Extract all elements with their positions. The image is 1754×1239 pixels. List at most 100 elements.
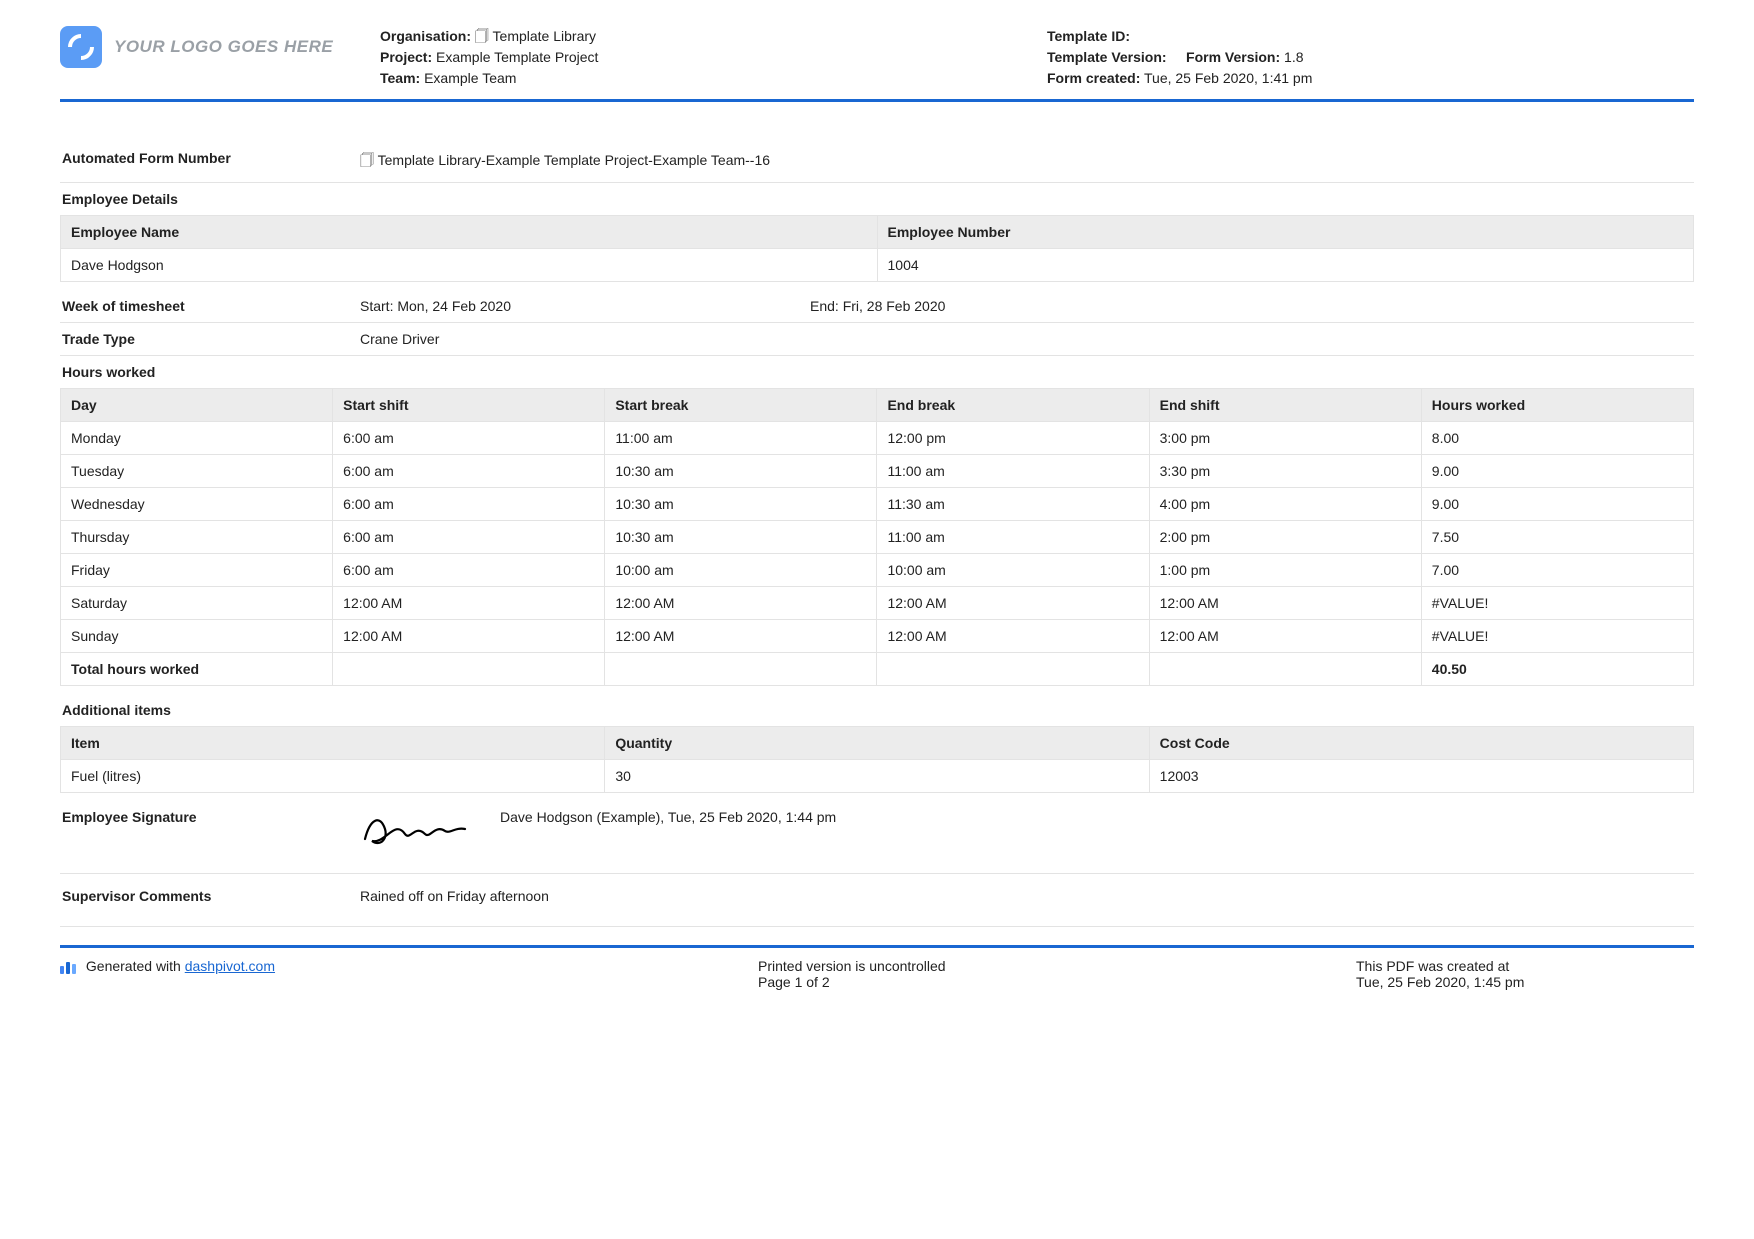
table-cell: Total hours worked (61, 653, 333, 686)
table-col-header: Quantity (605, 727, 1149, 760)
table-cell: 11:00 am (605, 422, 877, 455)
form-number-row: Automated Form Number 🗍 Template Library… (60, 142, 1694, 182)
table-col-header: End shift (1149, 389, 1421, 422)
form-created-value: Tue, 25 Feb 2020, 1:41 pm (1144, 70, 1312, 86)
project-value: Example Template Project (436, 49, 598, 65)
table-col-header: Hours worked (1421, 389, 1693, 422)
table-cell: 11:30 am (877, 488, 1149, 521)
emp-name-value: Dave Hodgson (61, 249, 878, 282)
table-header-row: DayStart shiftStart breakEnd breakEnd sh… (61, 389, 1694, 422)
table-cell: Tuesday (61, 455, 333, 488)
divider (60, 926, 1694, 927)
table-row: Sunday12:00 AM12:00 AM12:00 AM12:00 AM#V… (61, 620, 1694, 653)
signature-label: Employee Signature (60, 809, 360, 825)
table-cell: Fuel (litres) (61, 760, 605, 793)
footer-rule (60, 945, 1694, 948)
table-cell: 3:30 pm (1149, 455, 1421, 488)
table-cell: #VALUE! (1421, 587, 1693, 620)
table-cell: 9.00 (1421, 455, 1693, 488)
employee-details-heading: Employee Details (60, 183, 1694, 213)
table-cell: 9.00 (1421, 488, 1693, 521)
table-cell: 12:00 AM (1149, 587, 1421, 620)
table-header-row: ItemQuantityCost Code (61, 727, 1694, 760)
table-cell: 10:00 am (605, 554, 877, 587)
table-cell: Wednesday (61, 488, 333, 521)
table-row: Tuesday6:00 am10:30 am11:00 am3:30 pm9.0… (61, 455, 1694, 488)
team-value: Example Team (424, 70, 516, 86)
table-cell: 10:30 am (605, 521, 877, 554)
header-meta-left: Organisation: 🗍 Template Library Project… (380, 26, 1027, 89)
pdf-created-label: This PDF was created at (1356, 958, 1694, 974)
supervisor-value: Rained off on Friday afternoon (360, 888, 1694, 904)
logo-block: YOUR LOGO GOES HERE (60, 26, 360, 68)
emp-number-value: 1004 (877, 249, 1694, 282)
table-cell: 30 (605, 760, 1149, 793)
table-cell: 6:00 am (333, 521, 605, 554)
header-meta-right: Template ID: Template Version: Form Vers… (1047, 26, 1694, 89)
document-header: YOUR LOGO GOES HERE Organisation: 🗍 Temp… (60, 26, 1694, 99)
week-row: Week of timesheet Start: Mon, 24 Feb 202… (60, 290, 1694, 322)
form-number-label: Automated Form Number (60, 150, 360, 166)
template-version-label: Template Version: (1047, 49, 1167, 65)
week-start: Start: Mon, 24 Feb 2020 (360, 298, 810, 314)
table-col-header: Day (61, 389, 333, 422)
org-label: Organisation: (380, 28, 471, 44)
table-cell: 10:00 am (877, 554, 1149, 587)
table-cell: 6:00 am (333, 554, 605, 587)
project-label: Project: (380, 49, 432, 65)
employee-details-table: Employee Name Employee Number Dave Hodgs… (60, 215, 1694, 282)
table-cell: 10:30 am (605, 488, 877, 521)
footer-left: Generated with dashpivot.com (60, 958, 398, 974)
supervisor-label: Supervisor Comments (60, 888, 360, 904)
table-header-row: Employee Name Employee Number (61, 216, 1694, 249)
table-col-header: Cost Code (1149, 727, 1693, 760)
table-cell: 12:00 AM (605, 587, 877, 620)
bars-icon (60, 960, 76, 974)
template-id-label: Template ID: (1047, 28, 1130, 44)
table-cell: Monday (61, 422, 333, 455)
table-cell (1149, 653, 1421, 686)
total-row: Total hours worked 40.50 (61, 653, 1694, 686)
table-cell: 6:00 am (333, 422, 605, 455)
table-cell: 11:00 am (877, 455, 1149, 488)
table-cell: 7.50 (1421, 521, 1693, 554)
form-number-value: 🗍 Template Library-Example Template Proj… (360, 150, 1694, 174)
table-cell: Saturday (61, 587, 333, 620)
table-cell: 12:00 pm (877, 422, 1149, 455)
table-cell (605, 653, 877, 686)
table-cell: 8.00 (1421, 422, 1693, 455)
table-cell: 12:00 AM (333, 587, 605, 620)
table-row: Fuel (litres)3012003 (61, 760, 1694, 793)
table-cell: 12:00 AM (877, 620, 1149, 653)
signature-icon (360, 809, 470, 849)
footer-right: This PDF was created at Tue, 25 Feb 2020… (1116, 958, 1694, 990)
trade-row: Trade Type Crane Driver (60, 323, 1694, 355)
table-cell: 4:00 pm (1149, 488, 1421, 521)
table-cell: 12:00 AM (333, 620, 605, 653)
table-cell: Friday (61, 554, 333, 587)
form-created-label: Form created: (1047, 70, 1140, 86)
table-cell: 12:00 AM (877, 587, 1149, 620)
org-value: 🗍 Template Library (475, 28, 596, 44)
logo-icon (60, 26, 102, 68)
table-row: Friday6:00 am10:00 am10:00 am1:00 pm7.00 (61, 554, 1694, 587)
hours-table: DayStart shiftStart breakEnd breakEnd sh… (60, 388, 1694, 686)
logo-placeholder-text: YOUR LOGO GOES HERE (114, 37, 333, 57)
week-end: End: Fri, 28 Feb 2020 (810, 298, 945, 314)
footer-center: Printed version is uncontrolled Page 1 o… (418, 958, 1096, 990)
supervisor-row: Supervisor Comments Rained off on Friday… (60, 874, 1694, 926)
page-number: Page 1 of 2 (758, 974, 1096, 990)
table-cell: 40.50 (1421, 653, 1693, 686)
uncontrolled-text: Printed version is uncontrolled (758, 958, 1096, 974)
trade-value: Crane Driver (360, 331, 1694, 347)
emp-name-header: Employee Name (61, 216, 878, 249)
dashpivot-link[interactable]: dashpivot.com (185, 958, 275, 974)
table-col-header: Start break (605, 389, 877, 422)
table-cell: 10:30 am (605, 455, 877, 488)
form-version-value: 1.8 (1284, 49, 1303, 65)
table-row: Wednesday6:00 am10:30 am11:30 am4:00 pm9… (61, 488, 1694, 521)
table-cell: 2:00 pm (1149, 521, 1421, 554)
table-cell: 7.00 (1421, 554, 1693, 587)
hours-heading: Hours worked (60, 356, 1694, 386)
table-row: Dave Hodgson 1004 (61, 249, 1694, 282)
